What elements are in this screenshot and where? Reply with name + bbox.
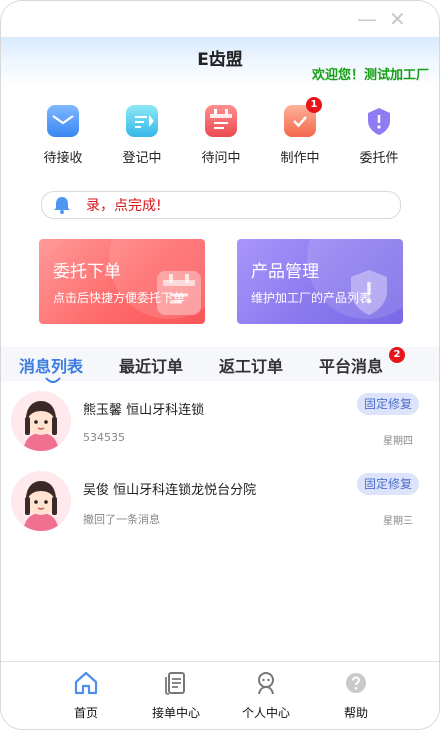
- quick-actions: 待接收 登记中 待问中 1 制作中 委托件: [1, 97, 439, 175]
- shield-icon: [363, 105, 395, 137]
- nav-label: 个人中心: [241, 706, 290, 720]
- card-subtitle: 点击后快捷方便委托下单: [53, 291, 186, 305]
- message-date: 星期四: [383, 436, 413, 447]
- quick-action-in-production[interactable]: 1 制作中: [260, 97, 340, 166]
- message-date: 星期三: [383, 516, 413, 527]
- order-icon: [163, 670, 189, 696]
- tab-label: 返工订单: [219, 357, 284, 376]
- quick-action-entrusted[interactable]: 委托件: [339, 105, 419, 166]
- task-check-icon: 1: [284, 97, 322, 137]
- nav-home[interactable]: 首页: [41, 662, 131, 721]
- bottom-navigation: 首页 接单中心 个人中心 帮助: [1, 661, 439, 729]
- production-count-badge: 1: [306, 97, 322, 113]
- card-title: 产品管理: [251, 262, 319, 282]
- quick-action-label: 委托件: [359, 151, 399, 166]
- close-button[interactable]: ✕: [389, 9, 406, 29]
- user-icon: [253, 670, 279, 696]
- avatar: [11, 471, 71, 531]
- quick-action-label: 待接收: [43, 151, 83, 166]
- card-title: 委托下单: [53, 262, 121, 282]
- app-header: E齿盟 欢迎您！测试加工厂: [1, 37, 439, 89]
- message-preview: 撤回了一条消息: [83, 513, 160, 526]
- notice-bar[interactable]: 录，点完成!: [41, 191, 401, 219]
- message-sender: 熊玉馨 恒山牙科连锁: [83, 403, 205, 418]
- product-management-card[interactable]: 产品管理 维护加工厂的产品列表: [237, 239, 403, 324]
- quick-action-inquiring[interactable]: 待问中: [181, 105, 261, 166]
- tab-rework-orders[interactable]: 返工订单: [219, 353, 283, 377]
- tab-label: 最近订单: [119, 357, 184, 376]
- help-icon: [343, 670, 369, 696]
- quick-action-label: 待问中: [201, 151, 241, 166]
- calendar-icon: [205, 105, 237, 137]
- tab-platform-messages[interactable]: 平台消息 2: [319, 347, 405, 377]
- message-tabs: 消息列表 最近订单 返工订单 平台消息 2: [1, 347, 439, 383]
- register-icon: [126, 105, 158, 137]
- inbox-icon: [47, 105, 79, 137]
- home-icon: [73, 670, 99, 696]
- list-item[interactable]: 熊玉馨 恒山牙科连锁 534535 固定修复 星期四: [1, 391, 439, 461]
- quick-action-pending-receive[interactable]: 待接收: [23, 105, 103, 166]
- message-tag: 固定修复: [356, 393, 419, 415]
- nav-label: 首页: [73, 706, 98, 720]
- active-tab-indicator: [45, 377, 61, 383]
- message-sender: 吴俊 恒山牙科连锁龙悦台分院: [83, 483, 257, 498]
- entrust-order-card[interactable]: 委托下单 点击后快捷方便委托下单: [39, 239, 205, 324]
- nav-label: 帮助: [343, 706, 368, 720]
- bell-icon: [52, 195, 72, 219]
- nav-personal-center[interactable]: 个人中心: [221, 662, 311, 721]
- quick-action-label: 制作中: [280, 151, 320, 166]
- platform-messages-badge: 2: [389, 347, 405, 363]
- window-titlebar: — ✕: [1, 1, 439, 37]
- list-item[interactable]: 吴俊 恒山牙科连锁龙悦台分院 撤回了一条消息 固定修复 星期三: [1, 471, 439, 541]
- app-window: — ✕ E齿盟 欢迎您！测试加工厂 待接收 登记中 待问中 1 制作中 委托件 …: [0, 0, 440, 730]
- nav-help[interactable]: 帮助: [311, 662, 401, 721]
- minimize-button[interactable]: —: [357, 9, 377, 29]
- message-tag: 固定修复: [356, 473, 419, 495]
- tab-label: 消息列表: [19, 357, 84, 376]
- quick-action-label: 登记中: [122, 151, 162, 166]
- tab-label: 平台消息: [319, 357, 384, 376]
- tab-message-list[interactable]: 消息列表: [19, 353, 84, 383]
- notice-text: 录，点完成!: [86, 198, 162, 214]
- nav-label: 接单中心: [151, 706, 200, 720]
- nav-order-center[interactable]: 接单中心: [131, 662, 221, 721]
- quick-action-registering[interactable]: 登记中: [102, 105, 182, 166]
- avatar: [11, 391, 71, 451]
- welcome-text: 欢迎您！测试加工厂: [311, 68, 429, 83]
- message-preview: 534535: [83, 431, 125, 444]
- card-subtitle: 维护加工厂的产品列表: [251, 291, 372, 305]
- tab-recent-orders[interactable]: 最近订单: [119, 353, 183, 377]
